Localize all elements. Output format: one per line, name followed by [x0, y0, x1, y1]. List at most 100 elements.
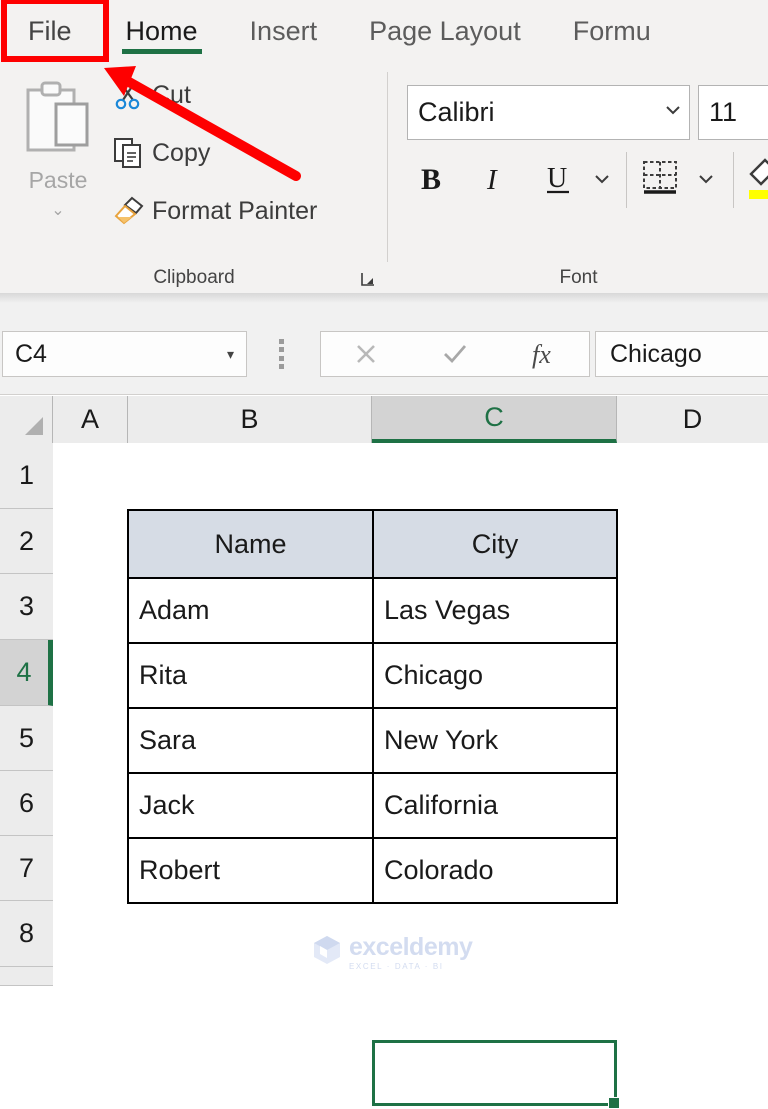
active-cell-selection: [372, 1040, 620, 1109]
underline-options-chevron-icon[interactable]: [585, 156, 619, 202]
watermark-text: exceldemy EXCEL · DATA · BI: [349, 932, 473, 971]
insert-function-button[interactable]: fx: [500, 332, 589, 376]
tab-insert[interactable]: Insert: [224, 0, 344, 62]
data-table: Name City Adam Las Vegas Rita Chicago Sa…: [127, 509, 618, 904]
cut-label: Cut: [152, 80, 191, 109]
paste-button[interactable]: Paste ⌄: [10, 72, 106, 242]
row-header-2[interactable]: 2: [0, 509, 53, 574]
tab-home[interactable]: Home: [100, 0, 224, 62]
column-header-row: A B C D: [0, 396, 768, 443]
column-header-c[interactable]: C: [372, 396, 617, 443]
ribbon-group-font: Calibri 11 B I U Font: [389, 62, 768, 293]
font-size-select[interactable]: 11: [698, 85, 768, 140]
copy-label: Copy: [152, 138, 211, 167]
cut-button[interactable]: Cut: [112, 74, 191, 116]
font-name-select[interactable]: Calibri: [407, 85, 690, 140]
select-all-button[interactable]: [0, 396, 53, 443]
row-header-1[interactable]: 1: [0, 443, 53, 509]
row-header-3[interactable]: 3: [0, 574, 53, 640]
select-all-triangle-icon: [25, 417, 43, 435]
tab-page-layout[interactable]: Page Layout: [343, 0, 547, 62]
confirm-entry-button[interactable]: [410, 332, 499, 376]
table-row: Adam Las Vegas: [127, 577, 618, 644]
fill-handle[interactable]: [608, 1097, 620, 1109]
scissors-icon: [112, 79, 144, 111]
clipboard-icon: [25, 80, 91, 163]
bold-button[interactable]: B: [411, 156, 451, 202]
formula-action-buttons: fx: [320, 331, 590, 377]
copy-button[interactable]: Copy: [112, 132, 210, 174]
row-header-7[interactable]: 7: [0, 836, 53, 901]
column-header-d[interactable]: D: [617, 396, 768, 443]
column-header-b[interactable]: B: [128, 396, 372, 443]
table-row: Rita Chicago: [127, 642, 618, 709]
cell-b5[interactable]: Sara: [127, 707, 374, 774]
paintbrush-icon: [112, 195, 144, 227]
name-box[interactable]: C4 ▾: [2, 331, 247, 377]
cell-b6[interactable]: Jack: [127, 772, 374, 839]
clipboard-dialog-launcher[interactable]: [360, 271, 376, 287]
font-group-label: Font: [559, 267, 598, 288]
svg-text:fx: fx: [532, 340, 551, 369]
cell-c5[interactable]: New York: [372, 707, 618, 774]
font-group-divider: [626, 152, 627, 208]
table-header-row: Name City: [127, 509, 618, 579]
font-size-value: 11: [709, 97, 738, 127]
tab-formulas[interactable]: Formu: [547, 0, 677, 62]
formula-input-value: Chicago: [610, 339, 702, 368]
chevron-down-icon[interactable]: ⌄: [51, 200, 64, 220]
cell-b4[interactable]: Rita: [127, 642, 374, 709]
svg-text:B: B: [421, 163, 441, 196]
table-row: Robert Colorado: [127, 837, 618, 904]
exceldemy-cube-icon: [312, 934, 342, 971]
tab-file[interactable]: File: [0, 0, 100, 62]
borders-options-chevron-icon[interactable]: [689, 156, 723, 202]
ribbon-shadow: [0, 293, 768, 303]
table-row: Sara New York: [127, 707, 618, 774]
watermark-logo: exceldemy EXCEL · DATA · BI: [312, 932, 473, 971]
row-header-6[interactable]: 6: [0, 771, 53, 836]
chevron-down-icon[interactable]: ▾: [227, 346, 246, 363]
table-row: Jack California: [127, 772, 618, 839]
formula-bar: C4 ▾ fx Chicago: [0, 303, 768, 395]
cell-b3[interactable]: Adam: [127, 577, 374, 644]
row-header-9[interactable]: [0, 967, 53, 986]
svg-text:I: I: [486, 164, 498, 196]
font-name-value: Calibri: [418, 97, 495, 127]
borders-button[interactable]: [637, 156, 683, 202]
row-header-column: 1 2 3 4 5 6 7 8: [0, 443, 53, 986]
column-header-a[interactable]: A: [53, 396, 128, 443]
table-header-name[interactable]: Name: [127, 509, 374, 579]
ribbon-tab-bar: File Home Insert Page Layout Formu: [0, 0, 768, 62]
cell-c3[interactable]: Las Vegas: [372, 577, 618, 644]
format-painter-label: Format Painter: [152, 196, 318, 225]
ribbon-group-clipboard: Paste ⌄ Cut Copy Format Painter Clipboar…: [0, 62, 388, 293]
row-header-5[interactable]: 5: [0, 706, 53, 771]
name-box-value: C4: [15, 339, 47, 368]
italic-button[interactable]: I: [475, 156, 515, 202]
row-header-4[interactable]: 4: [0, 640, 53, 706]
cell-c7[interactable]: Colorado: [372, 837, 618, 904]
cell-b7[interactable]: Robert: [127, 837, 374, 904]
worksheet-grid: A B C D 1 2 3 4 5 6 7 8 Name City Adam L…: [0, 396, 768, 1109]
copy-icon: [112, 137, 144, 169]
formula-bar-grip[interactable]: [279, 339, 284, 369]
cancel-entry-button[interactable]: [321, 332, 410, 376]
ribbon-body: Paste ⌄ Cut Copy Format Painter Clipboar…: [0, 62, 768, 294]
table-header-city[interactable]: City: [372, 509, 618, 579]
paste-label: Paste: [28, 167, 88, 193]
cell-c4[interactable]: Chicago: [372, 642, 618, 709]
clipboard-group-label: Clipboard: [153, 267, 235, 288]
watermark-brand: exceldemy: [349, 932, 473, 961]
fill-color-button[interactable]: [745, 156, 768, 202]
group-divider: [387, 72, 388, 262]
font-group-divider-2: [733, 152, 734, 208]
svg-text:U: U: [547, 163, 567, 194]
row-header-8[interactable]: 8: [0, 901, 53, 967]
underline-button[interactable]: U: [537, 156, 579, 202]
chevron-down-icon[interactable]: [663, 103, 683, 122]
format-painter-button[interactable]: Format Painter: [112, 190, 317, 232]
watermark-tagline: EXCEL · DATA · BI: [349, 961, 444, 971]
formula-input[interactable]: Chicago: [595, 331, 768, 377]
cell-c6[interactable]: California: [372, 772, 618, 839]
